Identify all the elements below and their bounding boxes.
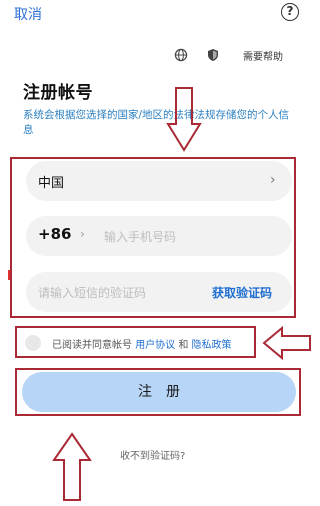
left-arrow-annotation (262, 326, 311, 360)
page-description: 系统会根据您选择的国家/地区的法律法规存储您的个人信息 (23, 109, 290, 136)
annotation-frame-register (15, 368, 301, 416)
annotation-frame-fields (10, 157, 296, 318)
globe-icon[interactable] (174, 48, 188, 62)
no-code-link[interactable]: 收不到验证码? (120, 447, 185, 462)
shield-icon[interactable] (206, 48, 220, 62)
cancel-button[interactable]: 取消 (14, 4, 42, 24)
question-circle-icon[interactable]: ? (281, 3, 299, 21)
annotation-tick (8, 270, 10, 280)
annotation-frame-agreement (15, 326, 256, 358)
page-title: 注册帐号 (23, 83, 93, 103)
up-arrow-annotation (52, 432, 92, 501)
down-arrow-annotation (166, 87, 202, 152)
help-link[interactable]: 需要帮助 (243, 48, 283, 63)
